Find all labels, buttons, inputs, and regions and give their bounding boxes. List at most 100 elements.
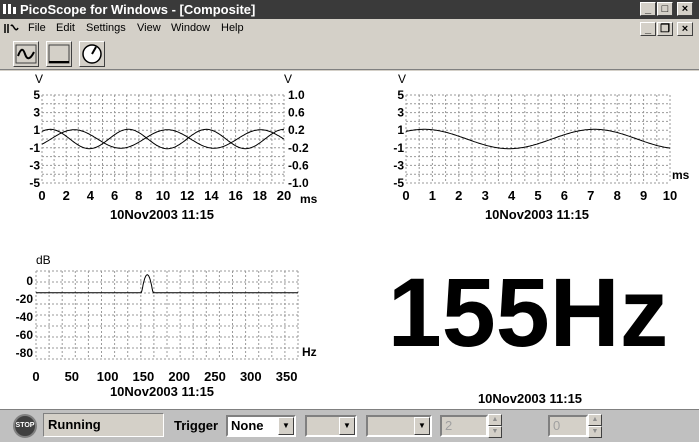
- menu-settings[interactable]: Settings: [86, 22, 126, 34]
- trigger-level-arrows[interactable]: ▲ ▼: [488, 414, 502, 438]
- scope1-timestamp: 10Nov2003 11:15: [110, 207, 214, 222]
- plots-svg: V V 531-1-3-5 1.00.60.2-0.2-0.6-1.0 0246…: [16, 72, 690, 406]
- scope1-x-tick: 14: [204, 188, 219, 203]
- minimize-button[interactable]: _: [640, 2, 656, 16]
- trigger-select[interactable]: None ▼: [226, 415, 296, 437]
- scope1-y-tick-left: 5: [33, 88, 40, 102]
- scope-view-icon: [15, 44, 37, 64]
- scope2-xunit: ms: [672, 168, 690, 182]
- chevron-down-icon[interactable]: ▼: [278, 417, 294, 435]
- spectrum-y-tick: -80: [16, 346, 34, 360]
- composite-view: V V 5 3 1 -1 -3 -5 1.0 0.6 0.2 -0.2 -0.6 -1.0 0246…: [0, 71, 699, 409]
- menu-view[interactable]: View: [137, 22, 161, 34]
- spectrum-y-tick: -60: [16, 328, 34, 342]
- stop-icon: STOP: [15, 422, 35, 429]
- window-title: PicoScope for Windows - [Composite]: [20, 2, 256, 17]
- scope2-x-tick: 0: [402, 188, 409, 203]
- scope1-x-tick: 12: [180, 188, 194, 203]
- trigger-level-value: 2: [445, 418, 453, 433]
- close-button[interactable]: ×: [677, 2, 693, 16]
- restore-icon: ❐: [660, 23, 670, 35]
- spectrum-x-tick: 200: [168, 369, 190, 384]
- spectrum-ylabel: dB: [36, 253, 51, 267]
- scope1-x-tick: 0: [38, 188, 45, 203]
- scope2-x-tick: 5: [534, 188, 541, 203]
- blank-view-icon: [48, 44, 70, 64]
- scope2-x-tick: 3: [482, 188, 489, 203]
- trigger-delay-arrows[interactable]: ▲ ▼: [588, 414, 602, 438]
- meter-reading: 155Hz: [388, 258, 668, 367]
- close-icon: ×: [681, 3, 689, 15]
- chevron-down-icon[interactable]: ▼: [414, 417, 430, 435]
- scope2-y-tick: 1: [397, 123, 404, 137]
- menu-file[interactable]: File: [28, 22, 46, 34]
- trigger-level-spinner[interactable]: 2: [440, 415, 488, 437]
- scope-view-button[interactable]: [13, 41, 39, 67]
- close-icon: ×: [681, 23, 689, 35]
- scope2-x-tick: 7: [587, 188, 594, 203]
- spectrum-x-tick: 300: [240, 369, 262, 384]
- meter-view-button[interactable]: [79, 41, 105, 67]
- spectrum-timestamp: 10Nov2003 11:15: [110, 384, 214, 399]
- title-bar[interactable]: PicoScope for Windows - [Composite] _ □ …: [0, 0, 699, 19]
- minimize-icon: _: [644, 23, 652, 35]
- scope1-x-tick: 4: [87, 188, 95, 203]
- scope2-x-tick: 10: [663, 188, 677, 203]
- scope2-timestamp: 10Nov2003 11:15: [485, 207, 589, 222]
- child-restore-button[interactable]: ❐: [657, 22, 673, 36]
- scope2-y-tick: -3: [393, 158, 404, 172]
- frequency-meter: 155Hz 10Nov2003 11:15: [388, 258, 668, 406]
- scope2-x-tick: 2: [455, 188, 462, 203]
- child-close-button[interactable]: ×: [677, 22, 693, 36]
- scope2-x-tick: 8: [614, 188, 621, 203]
- child-minimize-button[interactable]: _: [640, 22, 656, 36]
- scope1-y-tick-right: 1.0: [288, 88, 305, 102]
- spectrum-xunit: Hz: [302, 345, 317, 359]
- spin-down-icon[interactable]: ▼: [588, 426, 602, 438]
- scope1-y-tick-right: 0.2: [288, 123, 305, 137]
- scope1-x-tick: 20: [277, 188, 291, 203]
- chevron-down-icon[interactable]: ▼: [339, 417, 355, 435]
- trigger-direction-select[interactable]: ▼: [366, 415, 432, 437]
- scope1-x-tick: 2: [63, 188, 70, 203]
- blank-view-button[interactable]: [46, 41, 72, 67]
- child-window-icon[interactable]: [4, 21, 20, 36]
- spin-down-icon[interactable]: ▼: [488, 426, 502, 438]
- scope1-x-tick: 10: [156, 188, 170, 203]
- scope1-ylabel-left: V: [35, 72, 43, 86]
- maximize-button[interactable]: □: [657, 2, 673, 16]
- menu-help[interactable]: Help: [221, 22, 244, 34]
- scope1-ylabel-right: V: [284, 72, 292, 86]
- run-status-panel: Running: [43, 413, 164, 437]
- app-window: PicoScope for Windows - [Composite] _ □ …: [0, 0, 699, 442]
- scope1-xunit: ms: [300, 192, 318, 206]
- scope1-y-tick-left: -3: [29, 158, 40, 172]
- scope1-x-tick: 8: [135, 188, 142, 203]
- trigger-channel-select[interactable]: ▼: [305, 415, 357, 437]
- scope1-x-tick: 6: [111, 188, 118, 203]
- scope1-y-tick-right: -0.6: [288, 158, 309, 172]
- scope2-y-tick: 3: [397, 106, 404, 120]
- stop-button[interactable]: STOP: [13, 414, 37, 438]
- spectrum-x-tick: 100: [97, 369, 119, 384]
- scope1-x-tick: 18: [253, 188, 267, 203]
- menu-window[interactable]: Window: [171, 22, 210, 34]
- trigger-value: None: [231, 418, 264, 433]
- spectrum-y-tick: -20: [16, 292, 34, 306]
- scope1-y-tick-right: -0.2: [288, 141, 309, 155]
- scope2-x-tick: 6: [561, 188, 568, 203]
- meter-view-icon: [82, 44, 102, 64]
- trigger-delay-spinner[interactable]: 0: [548, 415, 588, 437]
- spin-up-icon[interactable]: ▲: [588, 414, 602, 426]
- scope-chart-2: V 531-1-3-5 0 1 2 3 4 5 6 7 8 9 10 ms 10Nov2003 11…: [393, 72, 689, 222]
- spin-up-icon[interactable]: ▲: [488, 414, 502, 426]
- run-status-text: Running: [48, 417, 101, 432]
- spectrum-x-tick: 150: [133, 369, 155, 384]
- spectrum-x-tick: 0: [32, 369, 39, 384]
- spectrum-x-tick: 350: [276, 369, 298, 384]
- spectrum-x-tick: 50: [65, 369, 79, 384]
- status-bar: STOP Running Trigger None ▼ ▼ ▼ 2 ▲ ▼ 0 …: [0, 409, 699, 442]
- spectrum-y-tick: 0: [26, 274, 33, 288]
- menu-edit[interactable]: Edit: [56, 22, 75, 34]
- scope2-x-tick: 1: [429, 188, 436, 203]
